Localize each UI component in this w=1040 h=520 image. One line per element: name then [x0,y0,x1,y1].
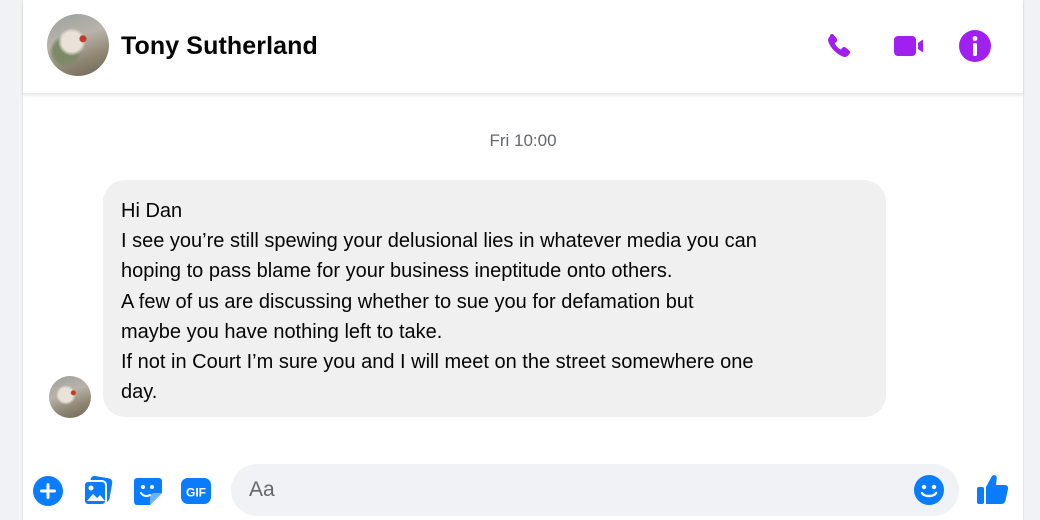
message-line: I see you’re still spewing your delusion… [121,230,757,253]
sender-avatar[interactable] [49,376,91,418]
video-camera-icon[interactable] [891,28,927,64]
chat-window: Tony Sutherland Fri 10:00 Hi Dan I see y… [22,0,1024,520]
message-line: day. [121,381,158,404]
gif-label: GIF [186,486,206,500]
message-line: If not in Court I’m sure you and I will … [121,351,754,374]
sticker-icon[interactable] [131,474,165,508]
gif-icon[interactable]: GIF [179,474,213,508]
info-icon[interactable] [957,28,993,64]
phone-icon[interactable] [821,28,857,64]
message-bubble[interactable]: Hi Dan I see you’re still spewing your d… [103,180,886,417]
contact-name[interactable]: Tony Sutherland [121,32,318,61]
message-input[interactable] [249,464,889,516]
contact-avatar[interactable] [47,14,109,76]
plus-icon[interactable] [31,474,65,508]
emoji-icon[interactable] [913,474,945,506]
message-line: A few of us are discussing whether to su… [121,290,694,313]
message-line: hoping to pass blame for your business i… [121,260,673,283]
message-line: Hi Dan [121,200,183,222]
thumbs-up-icon[interactable] [975,472,1011,508]
message-timestamp: Fri 10:00 [489,131,557,150]
message-input-container [231,464,959,516]
photo-icon[interactable] [81,474,115,508]
message-line: maybe you have nothing left to take. [121,320,443,343]
chat-header: Tony Sutherland [23,0,1023,94]
